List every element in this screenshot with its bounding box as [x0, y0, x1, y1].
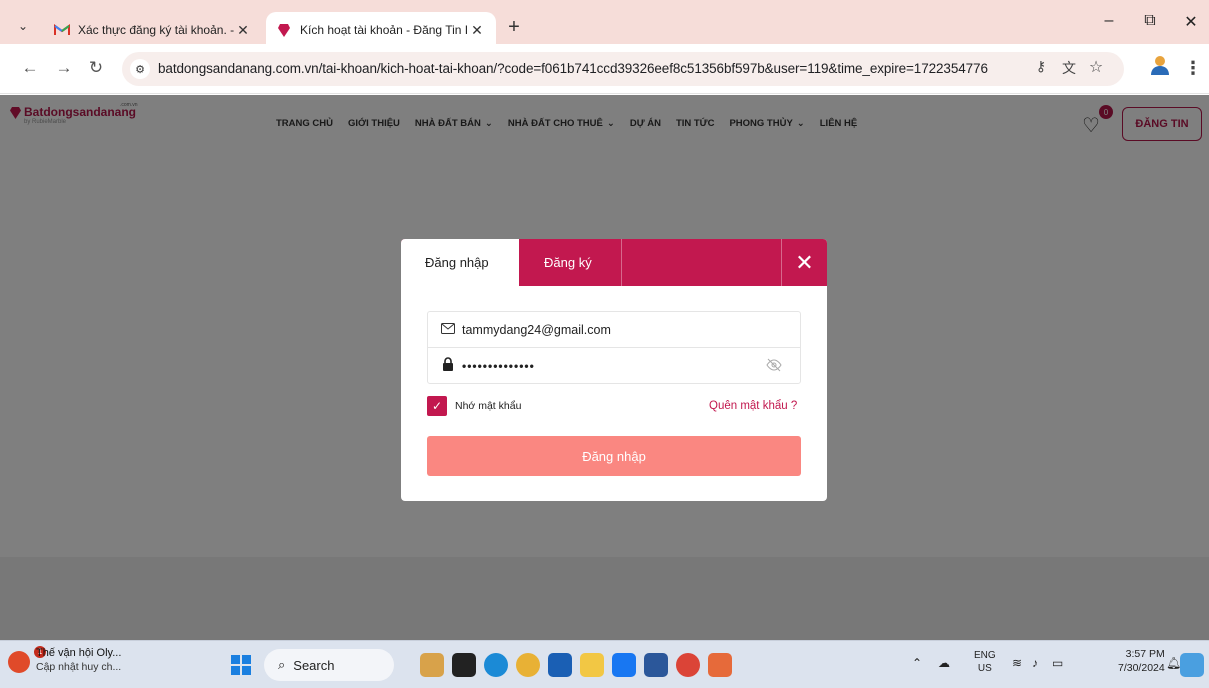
tray-chevron-up-icon[interactable]: ⌃: [912, 656, 922, 670]
login-submit-button[interactable]: Đăng nhập: [427, 436, 801, 476]
back-arrow-icon[interactable]: ←: [18, 58, 42, 78]
chrome-icon[interactable]: [516, 653, 540, 677]
windows-start-icon[interactable]: [231, 655, 251, 675]
forward-arrow-icon[interactable]: →: [52, 58, 76, 78]
address-bar[interactable]: ⚙ batdongsandanang.com.vn/tai-khoan/kich…: [122, 52, 1124, 86]
password-value: ••••••••••••••: [462, 358, 535, 373]
remember-checkbox[interactable]: ✓: [427, 396, 447, 416]
weather-news-icon[interactable]: [8, 651, 30, 673]
password-field[interactable]: ••••••••••••••: [427, 347, 801, 384]
volume-icon[interactable]: ♪: [1032, 656, 1038, 670]
zalo-icon[interactable]: [612, 653, 636, 677]
envelope-icon: [440, 322, 456, 337]
onedrive-cloud-icon[interactable]: ☁: [938, 656, 950, 670]
tab-title: Xác thực đăng ký tài khoản. - ta: [78, 23, 234, 37]
edge-browser-icon[interactable]: [484, 653, 508, 677]
tab-close-icon[interactable]: ✕: [234, 22, 252, 39]
url-text[interactable]: batdongsandanang.com.vn/tai-khoan/kich-h…: [158, 61, 988, 76]
word-icon[interactable]: [644, 653, 668, 677]
search-label: Search: [293, 657, 335, 673]
search-icon: ⌕: [278, 657, 286, 672]
file-explorer-icon[interactable]: [580, 653, 604, 677]
system-clock[interactable]: 3:57 PM 7/30/2024: [1118, 647, 1165, 675]
translate-icon[interactable]: 文: [1058, 58, 1080, 78]
site-info-icon[interactable]: ⚙: [130, 59, 150, 79]
new-tab-button[interactable]: +: [502, 16, 526, 39]
more-menu-icon[interactable]: ⋮: [1184, 58, 1202, 79]
wifi-icon[interactable]: ≋: [1012, 656, 1022, 670]
windows-taskbar: 1 Thế vận hội Oly... Cập nhật huy ch... …: [0, 640, 1209, 688]
reload-icon[interactable]: ↻: [84, 58, 108, 78]
email-field[interactable]: tammydang24@gmail.com: [427, 311, 801, 348]
tab-gmail[interactable]: Xác thực đăng ký tài khoản. - ta ✕: [44, 12, 262, 48]
login-modal: Đăng nhập Đăng ký ✕ tammydang24@gmail.co…: [401, 239, 827, 501]
minimize-button[interactable]: –: [1089, 12, 1129, 30]
battery-icon[interactable]: ▭: [1052, 656, 1063, 670]
profile-avatar-icon[interactable]: [1145, 54, 1175, 84]
remember-label: Nhớ mật khẩu: [455, 400, 522, 412]
eye-slash-icon[interactable]: [766, 358, 782, 375]
gmail-icon: [54, 22, 70, 38]
modal-close-button[interactable]: ✕: [781, 239, 827, 286]
browser-tabstrip: ⌄ Xác thực đăng ký tài khoản. - ta ✕ Kíc…: [0, 0, 1209, 48]
window-close-button[interactable]: ✕: [1171, 12, 1209, 32]
email-value: tammydang24@gmail.com: [462, 322, 611, 337]
task-view-icon[interactable]: [452, 653, 476, 677]
outlook-new-icon[interactable]: [548, 653, 572, 677]
notification-bell-icon[interactable]: 🔔︎: [1166, 656, 1181, 670]
browser-toolbar: ← → ↻ ⚙ batdongsandanang.com.vn/tai-khoa…: [0, 44, 1209, 94]
input-language[interactable]: ENG US: [974, 649, 996, 675]
copilot-icon[interactable]: [1180, 653, 1204, 677]
tab-search-button[interactable]: ⌄: [8, 11, 38, 41]
chrome-profile-icon[interactable]: [676, 653, 700, 677]
tab-title: Kích hoạt tài khoản - Đăng Tin I: [300, 23, 468, 37]
restore-button[interactable]: ⧉: [1130, 12, 1170, 30]
site-favicon-icon: [276, 22, 292, 38]
snipping-tool-icon[interactable]: [708, 653, 732, 677]
news-subtitle: Cập nhật huy ch...: [36, 661, 122, 673]
modal-header: Đăng nhập Đăng ký ✕: [401, 239, 827, 286]
lock-icon: [440, 357, 456, 374]
tab-register[interactable]: Đăng ký: [519, 239, 622, 286]
password-key-icon[interactable]: ⚷: [1030, 58, 1052, 75]
forgot-password-link[interactable]: Quên mật khẩu ?: [709, 400, 797, 412]
news-title: Thế vận hội Oly...: [36, 647, 122, 659]
news-widget[interactable]: Thế vận hội Oly... Cập nhật huy ch...: [36, 646, 121, 674]
tab-close-icon[interactable]: ✕: [468, 22, 486, 39]
tab-login[interactable]: Đăng nhập: [401, 239, 519, 286]
remember-me[interactable]: ✓ Nhớ mật khẩu: [427, 396, 521, 416]
bookmark-star-icon[interactable]: ☆: [1085, 57, 1107, 77]
taskbar-search[interactable]: ⌕ Search: [264, 649, 394, 681]
city-widget-icon[interactable]: [420, 653, 444, 677]
tab-active[interactable]: Kích hoạt tài khoản - Đăng Tin I ✕: [266, 12, 496, 48]
